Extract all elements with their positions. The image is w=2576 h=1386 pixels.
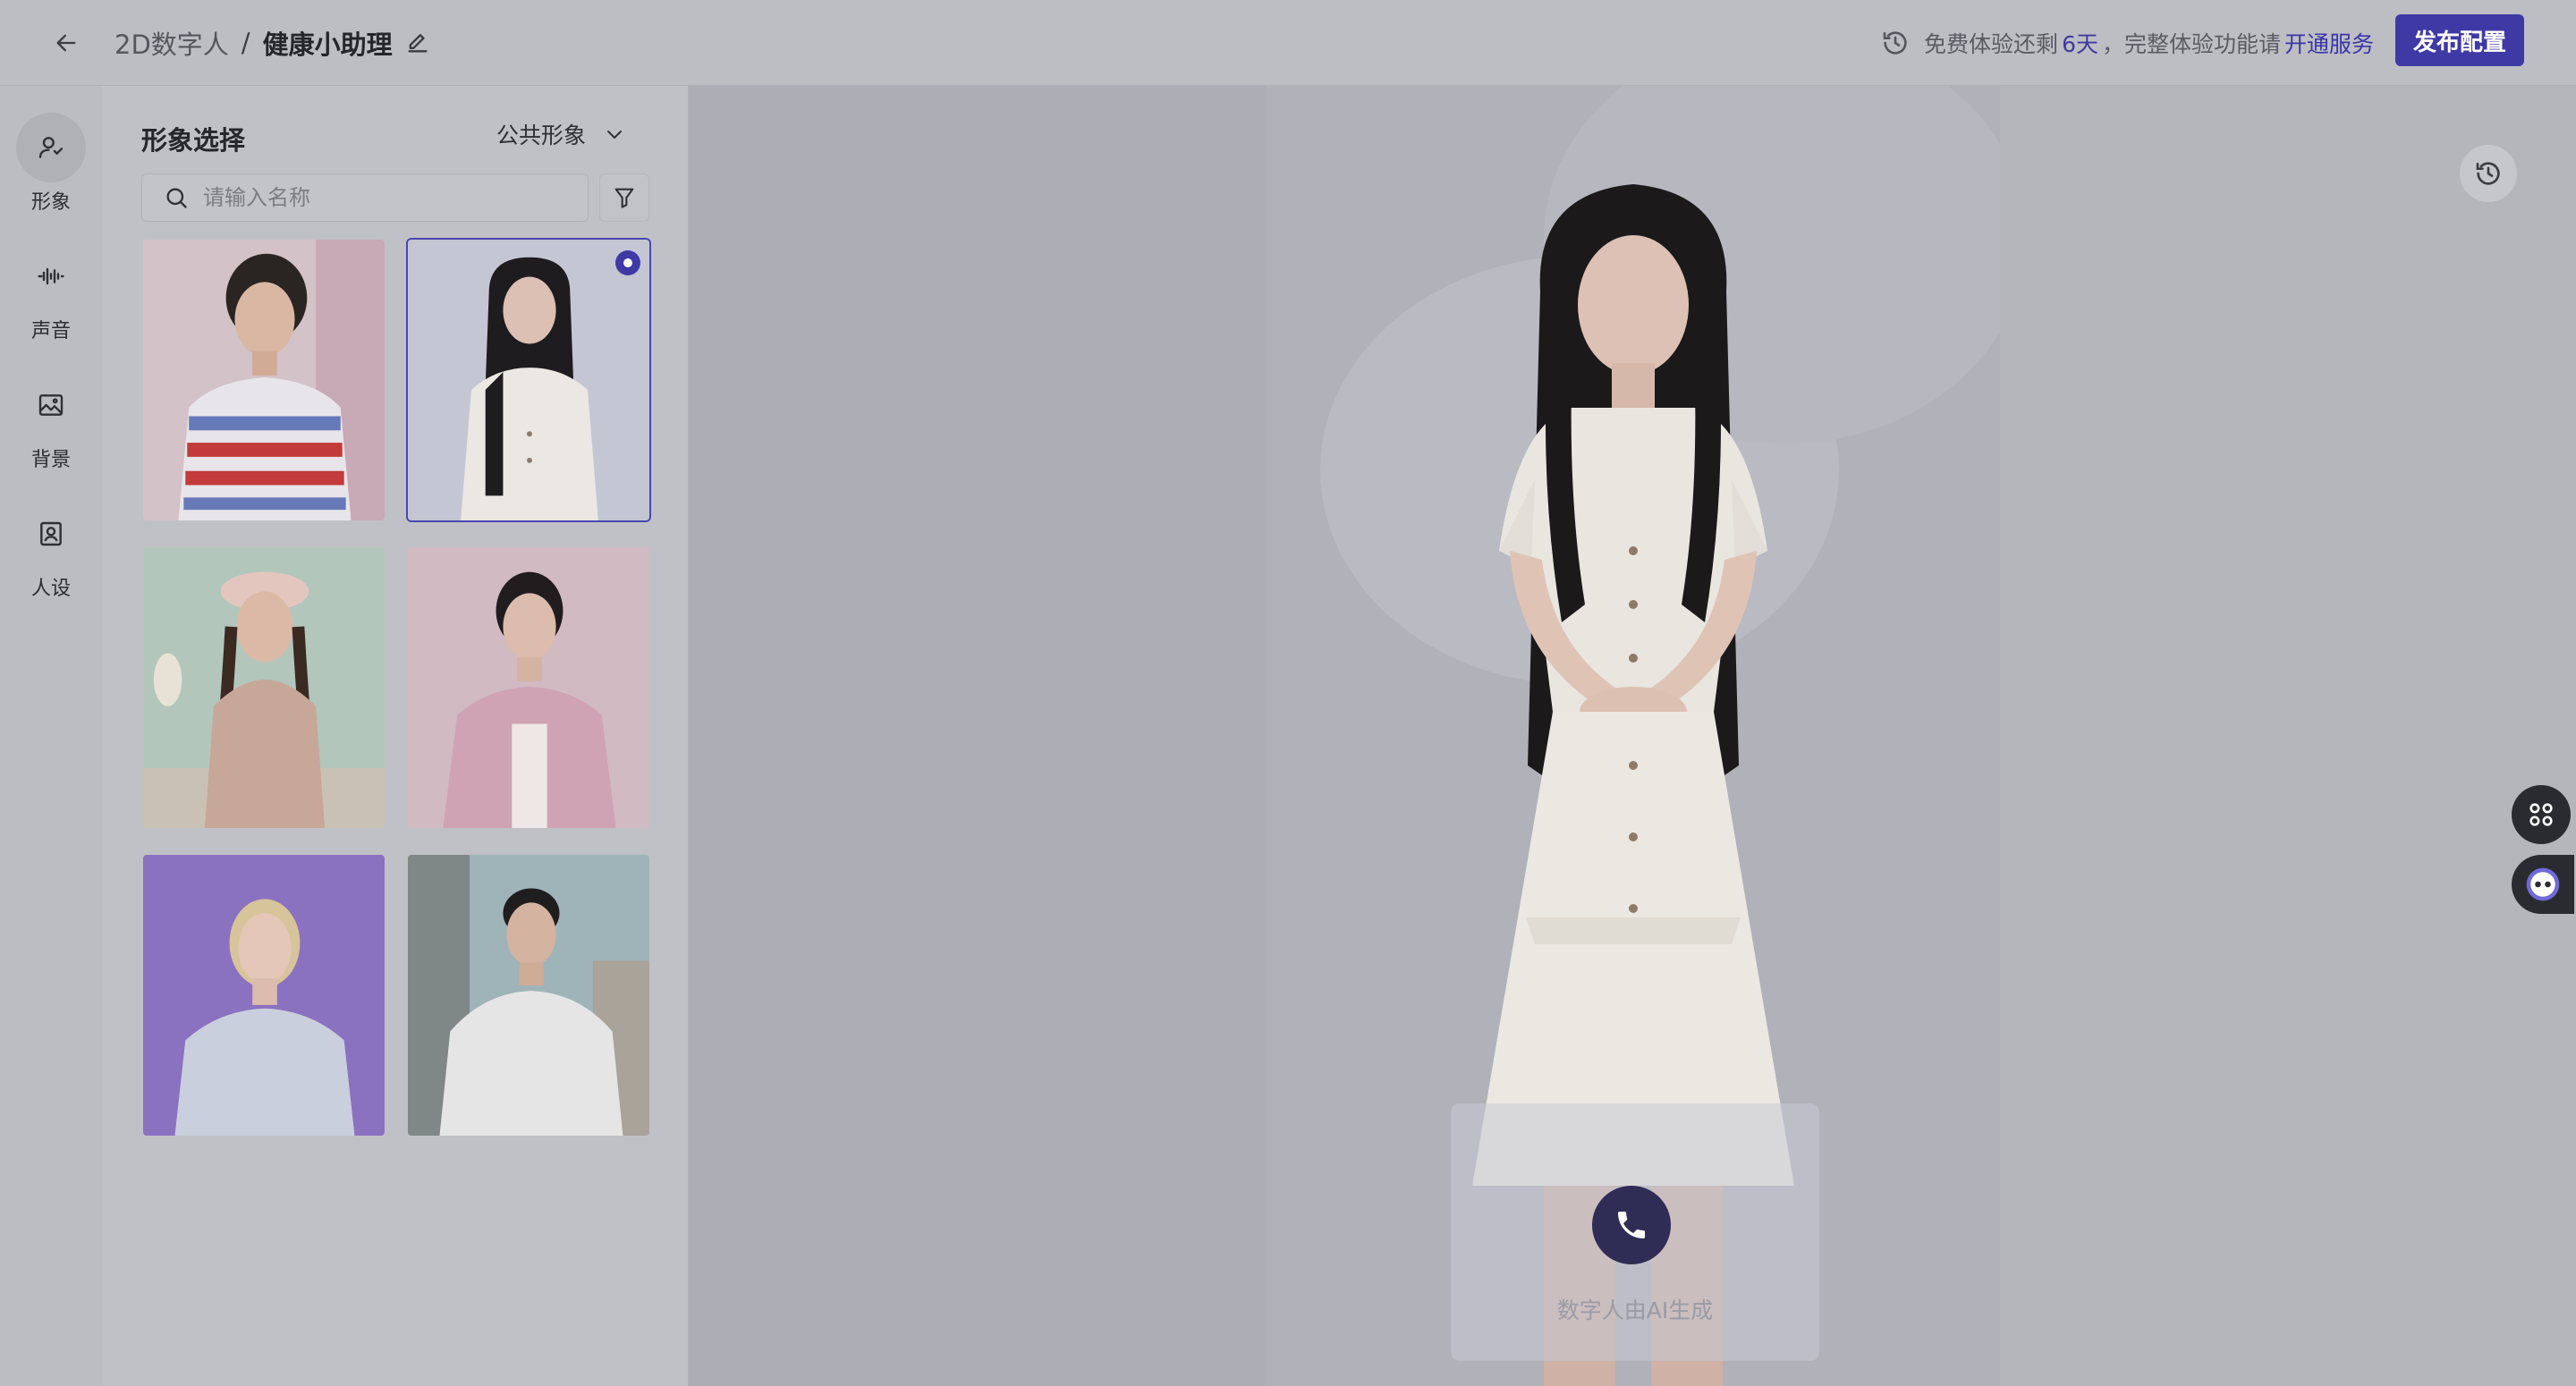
- rail-label: 人设: [30, 578, 71, 600]
- filter-icon: [614, 188, 634, 208]
- top-bar: 2D数字人 / 健康小助理 免费体验还剩 6天 ，完整体验功能请 开通服务 发布…: [0, 0, 2576, 86]
- avatar-thumbnail: [143, 240, 385, 520]
- search-input[interactable]: [203, 185, 543, 210]
- persona-icon: [16, 499, 86, 569]
- trial-notice: 免费体验还剩 6天 ，完整体验功能请 开通服务: [1881, 21, 2374, 64]
- pencil-icon: [408, 34, 428, 53]
- apps-grid-icon: [2529, 803, 2553, 826]
- rail-label: 声音: [30, 320, 71, 342]
- avatar-card-selected[interactable]: [406, 238, 651, 522]
- waveform-icon: [16, 241, 86, 311]
- assistant-float-button[interactable]: [2512, 855, 2574, 914]
- panel-title: 形象选择: [141, 125, 246, 156]
- breadcrumb-separator: /: [241, 28, 250, 58]
- avatar-thumbnail: [408, 240, 649, 520]
- filter-button[interactable]: [599, 173, 649, 222]
- publish-config-button[interactable]: 发布配置: [2395, 14, 2524, 66]
- avatar-thumbnail: [143, 855, 385, 1136]
- person-icon: [16, 113, 86, 182]
- trial-suffix: ，完整体验功能请: [2101, 31, 2281, 57]
- avatar-card[interactable]: [141, 545, 386, 830]
- rail-item-voice[interactable]: 声音: [0, 241, 102, 349]
- phone-icon: [1618, 1212, 1645, 1238]
- rail-item-persona[interactable]: 人设: [0, 499, 102, 606]
- image-icon: [16, 370, 86, 440]
- trial-days: 6天: [2062, 31, 2098, 57]
- apps-float-button[interactable]: [2512, 785, 2571, 844]
- selected-check-icon: [615, 250, 640, 275]
- rail-label: 背景: [30, 449, 71, 471]
- avatar-thumbnail: [408, 855, 649, 1136]
- avatar-card[interactable]: [141, 853, 386, 1137]
- rail-label: 形象: [30, 191, 71, 214]
- arrow-left-icon: [56, 34, 76, 52]
- call-button[interactable]: [1592, 1186, 1671, 1264]
- history-button[interactable]: [2460, 145, 2517, 202]
- search-icon: [166, 188, 187, 208]
- breadcrumb: 2D数字人 / 健康小助理: [114, 21, 432, 64]
- left-rail: 形象 声音 背景 人设: [0, 86, 102, 1386]
- edit-title-button[interactable]: [405, 30, 432, 56]
- avatar-card[interactable]: [406, 853, 651, 1137]
- breadcrumb-parent[interactable]: 2D数字人: [114, 24, 229, 62]
- ai-generated-note: 数字人由AI生成: [1556, 1297, 1714, 1323]
- robot-assistant-icon: [2526, 867, 2560, 901]
- page-title: 健康小助理: [262, 30, 393, 60]
- rail-item-avatar[interactable]: 形象: [0, 113, 102, 220]
- chevron-down-icon: [604, 123, 627, 146]
- rail-item-background[interactable]: 背景: [0, 370, 102, 477]
- avatar-type-select[interactable]: 公共形象: [496, 118, 627, 150]
- avatar-card[interactable]: [406, 545, 651, 830]
- avatar-thumbnail: [143, 547, 385, 828]
- open-service-link[interactable]: 开通服务: [2284, 27, 2374, 59]
- back-button[interactable]: [47, 23, 86, 63]
- avatar-card[interactable]: [141, 238, 386, 522]
- avatar-thumbnail: [408, 547, 649, 828]
- avatar-panel: 形象选择 公共形象: [102, 86, 689, 1386]
- history-icon: [2476, 162, 2500, 185]
- history-clock-icon: [1881, 28, 1911, 58]
- trial-prefix: 免费体验还剩: [1924, 31, 2059, 57]
- avatar-type-value: 公共形象: [496, 123, 586, 148]
- search-box: [141, 173, 589, 222]
